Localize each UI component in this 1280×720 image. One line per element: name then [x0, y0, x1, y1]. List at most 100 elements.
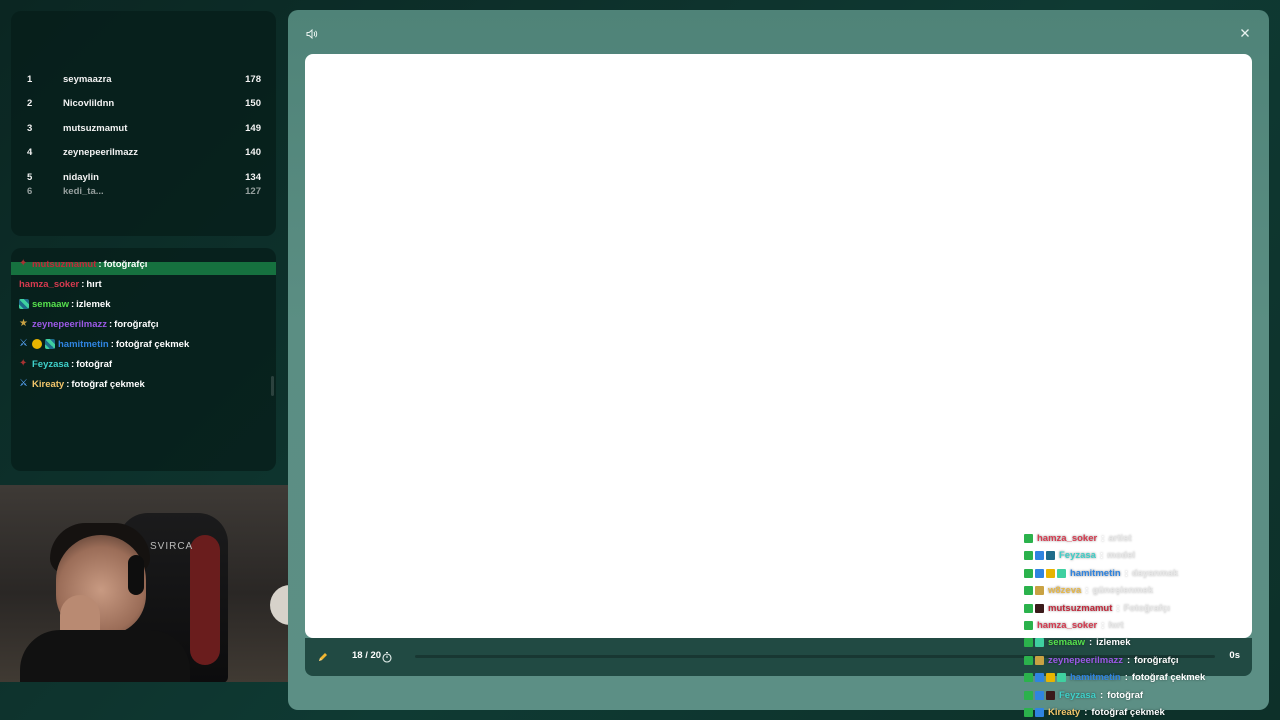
overlay-chat-username: Feyzasa — [1059, 550, 1096, 562]
overlay-chat-line: Kireaty: fotoğraf çekmek — [1024, 704, 1165, 720]
overlay-chat-username: Feyzasa — [1059, 689, 1096, 701]
chat-username: semaaw — [32, 298, 69, 310]
chat-username: Feyzasa — [32, 358, 69, 370]
chat-badge-icon — [1024, 603, 1033, 613]
chat-line: semaaw: izlemek — [19, 295, 110, 313]
chat-badge-icon — [1024, 568, 1033, 578]
overlay-chat-separator: : — [1116, 602, 1120, 614]
speaker-icon[interactable] — [304, 26, 320, 42]
chat-badge-icon — [1035, 551, 1044, 561]
overlay-chat-line: w8zeva: güneşlenmek — [1024, 582, 1153, 599]
leaderboard-row: 2 Nicovlildnn 150 — [27, 93, 261, 113]
overlay-chat-message: model — [1107, 550, 1136, 562]
leaderboard-score: 140 — [245, 146, 261, 158]
leaderboard-name: seymaazra — [63, 73, 112, 85]
round-progress: 18 / 20 — [352, 650, 382, 661]
chat-line: ✦ mutsuzmamut: fotoğrafçı — [19, 256, 147, 272]
chat-message: hırt — [86, 278, 102, 290]
chat-badge-icon — [1057, 568, 1066, 578]
chat-badge-icon — [1035, 603, 1044, 613]
chat-badge-icon — [1024, 638, 1033, 648]
overlay-chat-separator: : — [1124, 672, 1128, 684]
overlay-chat-message: dayanmak — [1131, 567, 1179, 579]
chat-separator: : — [108, 318, 113, 330]
chat-username: Kireaty — [32, 378, 65, 390]
overlay-chat-line: hamitmetin: fotoğraf çekmek — [1024, 669, 1205, 686]
overlay-chat-message: hırt — [1108, 620, 1124, 631]
leaderboard-name: mutsuzmamut — [63, 122, 128, 134]
leaderboard-row: 1 seymaazra 178 — [27, 69, 261, 89]
chat-message: izlemek — [76, 298, 111, 310]
overlay-chat-line: mutsuzmamut: Fotoğrafçı — [1024, 600, 1170, 617]
chat-message: fotoğraf çekmek — [71, 378, 145, 390]
stopwatch-icon — [379, 649, 395, 665]
overlay-chat: hamza_soker: artist Feyzasa: model hamitmeti… — [1024, 530, 1274, 720]
chat-separator: : — [70, 298, 75, 310]
chat-message: fotoğrafçı — [103, 258, 148, 270]
chat-badge-icon — [1024, 655, 1033, 665]
star-badge-icon: ★ — [19, 318, 28, 329]
chat-line: ✦ Feyzasa: fotoğraf — [19, 355, 112, 373]
overlay-chat-separator: : — [1101, 533, 1105, 544]
chat-separator: : — [110, 338, 114, 350]
overlay-chat-line: zeynepeerilmazz: foroğrafçı — [1024, 652, 1179, 669]
chat-badge-icon — [1035, 586, 1044, 596]
chat-badge-icon — [1046, 568, 1055, 578]
chat-badge-icon — [1035, 638, 1044, 648]
bits-badge-icon — [32, 339, 42, 349]
leaderboard-score: 149 — [245, 122, 261, 134]
leaderboard-name: zeynepeerilmazz — [63, 146, 138, 158]
sword-badge-icon: ⚔ — [19, 338, 28, 349]
chat-username: hamitmetin — [58, 338, 109, 350]
gaming-chair-accent — [190, 535, 220, 665]
leaderboard-rank: 1 — [27, 73, 33, 85]
leaderboard-row: 3 mutsuzmamut 149 — [27, 118, 261, 138]
subscriber-badge-icon — [45, 339, 55, 349]
overlay-chat-line: Feyzasa: model — [1024, 547, 1135, 564]
chat-badge-icon — [1024, 534, 1033, 543]
overlay-chat-separator: : — [1088, 637, 1093, 649]
leaderboard-rank: 3 — [27, 122, 33, 134]
close-icon[interactable] — [1237, 25, 1253, 41]
overlay-chat-username: semaaw — [1048, 637, 1085, 649]
chair-brand-text: SVIRCA — [150, 541, 194, 552]
chat-username: hamza_soker — [19, 278, 80, 290]
chat-badge-icon — [1024, 551, 1033, 561]
leaderboard-name: kedi_ta... — [63, 186, 104, 196]
overlay-chat-line: hamitmetin: dayanmak — [1024, 565, 1178, 582]
leaderboard-score: 127 — [245, 186, 261, 196]
chat-message: foroğrafçı — [114, 318, 159, 330]
chat-username: zeynepeerilmazz — [32, 318, 107, 330]
overlay-chat-line: Feyzasa: fotoğraf — [1024, 687, 1143, 704]
subscriber-badge-icon — [19, 299, 29, 309]
leaderboard-rank: 6 — [27, 186, 33, 196]
chat-message: fotoğraf çekmek — [115, 338, 190, 350]
overlay-chat-message: fotoğraf çekmek — [1131, 672, 1206, 684]
leaderboard-row: 4 zeynepeerilmazz 140 — [27, 142, 261, 162]
pencil-icon[interactable] — [315, 649, 331, 665]
leaderboard-score: 134 — [245, 171, 261, 183]
leaderboard-row: 5 nidaylin 134 — [27, 167, 261, 187]
chat-separator: : — [70, 358, 75, 370]
streamer-shirt — [20, 630, 190, 682]
overlay-chat-separator: : — [1124, 567, 1128, 579]
webcam-feed: SVIRCA — [0, 485, 311, 682]
overlay-chat-message: fotoğraf — [1107, 689, 1144, 701]
overlay-chat-username: zeynepeerilmazz — [1048, 654, 1123, 666]
overlay-chat-message: güneşlenmek — [1092, 585, 1154, 597]
overlay-chat-separator: : — [1085, 585, 1089, 597]
overlay-chat-username: hamza_soker — [1037, 620, 1098, 631]
chat-badge-icon — [1024, 673, 1033, 683]
overlay-chat-username: w8zeva — [1048, 585, 1082, 597]
side-chat-panel: ✦ mutsuzmamut: fotoğrafçı hamza_soker: hır… — [11, 248, 276, 471]
overlay-chat-separator: : — [1099, 689, 1104, 701]
leaderboard-rank: 2 — [27, 97, 33, 109]
chat-scrollbar[interactable] — [271, 376, 274, 396]
chat-badge-icon — [1035, 673, 1044, 683]
chat-line: ⚔ hamitmetin: fotoğraf çekmek — [19, 335, 189, 353]
overlay-chat-username: hamitmetin — [1070, 672, 1121, 684]
overlay-chat-separator: : — [1099, 550, 1104, 562]
chat-badge-icon — [1046, 551, 1055, 561]
overlay-chat-line: semaaw: izlemek — [1024, 634, 1130, 651]
overlay-chat-separator: : — [1101, 620, 1105, 631]
